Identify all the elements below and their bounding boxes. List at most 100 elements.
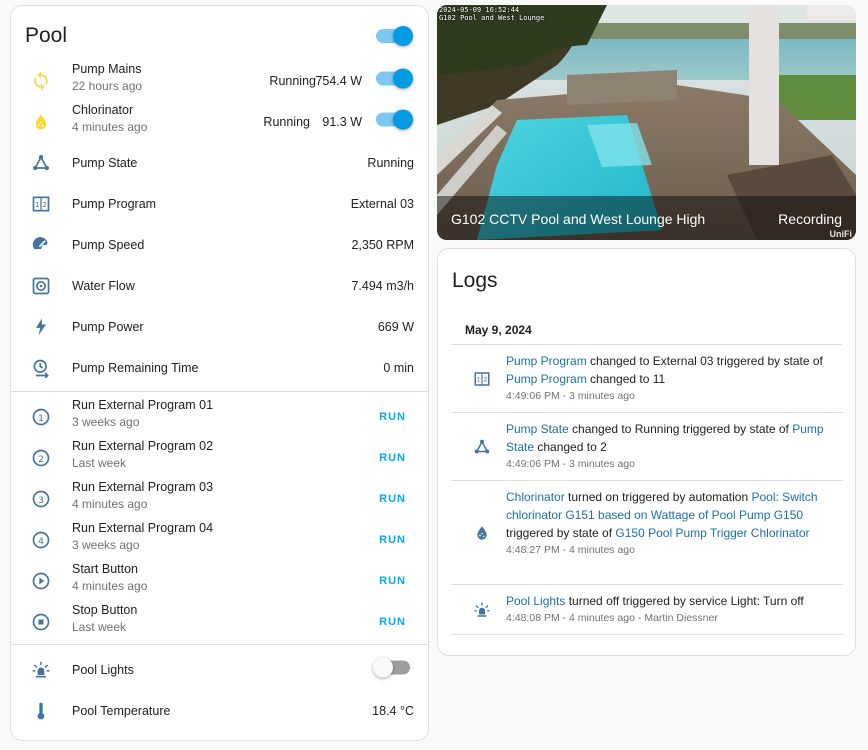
last-triggered: 3 weeks ago — [72, 538, 140, 552]
entity-row-pool-temperature[interactable]: Pool Temperature 18.4 °C — [11, 690, 428, 731]
entity-row-pump-state[interactable]: Pump State Running — [11, 142, 428, 183]
entity-link[interactable]: Pool Lights — [506, 594, 565, 608]
entity-power: 754.4 W — [315, 73, 362, 88]
thermometer-icon — [30, 700, 52, 722]
logs-date: May 9, 2024 — [465, 323, 532, 337]
entity-name: Pump Program — [72, 196, 157, 211]
log-entry[interactable]: Pool Lights turned off triggered by serv… — [451, 585, 843, 635]
svg-text:3: 3 — [38, 494, 44, 505]
section-divider — [11, 391, 428, 392]
log-time: 4:49:06 PM - 3 minutes ago — [506, 390, 635, 402]
entity-name: Water Flow — [72, 278, 135, 293]
lightning-icon — [30, 316, 52, 338]
log-text: turned on triggered by automation — [564, 490, 752, 504]
sync-icon — [30, 70, 52, 92]
entity-value: External 03 — [350, 196, 414, 211]
water-drop-icon — [30, 111, 52, 133]
run-button[interactable]: RUN — [379, 411, 406, 423]
entity-link[interactable]: Chlorinator — [506, 490, 565, 504]
svg-text:2: 2 — [43, 200, 47, 208]
log-time: 4:48:08 PM - 4 minutes ago - Martin Dies… — [506, 612, 718, 624]
run-button[interactable]: RUN — [379, 493, 406, 505]
entity-row-pump-power[interactable]: Pump Power 669 W — [11, 306, 428, 347]
entity-state: Running — [269, 73, 316, 88]
entity-name: Pump Remaining Time — [72, 360, 199, 375]
log-text: changed to 11 — [586, 372, 666, 386]
entity-row-pump-mains[interactable]: Pump Mains 22 hours ago Running 754.4 W — [11, 60, 428, 101]
script-row-program-01[interactable]: 1 Run External Program 01 3 weeks ago RU… — [11, 396, 428, 437]
svg-text:1: 1 — [477, 376, 481, 383]
entity-row-pump-remaining-time[interactable]: Pump Remaining Time 0 min — [11, 347, 428, 388]
log-entry[interactable]: Pump State changed to Running triggered … — [451, 413, 843, 481]
log-text: changed to External 03 triggered by stat… — [586, 354, 823, 368]
entity-link[interactable]: Pump Program — [506, 354, 587, 368]
log-entry[interactable]: Chlorinator turned on triggered by autom… — [451, 481, 843, 585]
hub-icon — [472, 437, 492, 457]
numeric-2-icon: 2 — [30, 447, 52, 469]
numeric-3-icon: 3 — [30, 488, 52, 510]
script-name: Stop Button — [72, 603, 138, 617]
log-text: changed to Running triggered by state of — [568, 422, 793, 436]
script-name: Run External Program 04 — [72, 521, 214, 535]
entity-name: Pool Lights — [72, 662, 134, 677]
hub-icon — [30, 152, 52, 174]
stop-icon — [30, 611, 52, 633]
entity-power: 91.3 W — [322, 114, 362, 129]
last-triggered: 4 minutes ago — [72, 497, 148, 511]
last-triggered: 3 weeks ago — [72, 415, 140, 429]
pump-mains-toggle[interactable] — [376, 68, 413, 90]
logs-title: Logs — [452, 269, 498, 292]
script-row-program-04[interactable]: 4 Run External Program 04 3 weeks ago RU… — [11, 519, 428, 560]
run-button[interactable]: RUN — [379, 534, 406, 546]
entity-link[interactable]: Pump Program — [506, 372, 587, 386]
timer-icon — [30, 357, 52, 379]
unifi-logo: UniFi — [829, 229, 853, 239]
log-entry[interactable]: 12 Pump Program changed to External 03 t… — [451, 345, 843, 413]
script-row-program-03[interactable]: 3 Run External Program 03 4 minutes ago … — [11, 478, 428, 519]
entity-name: Pump Power — [72, 319, 144, 334]
run-button[interactable]: RUN — [379, 616, 406, 628]
entity-state: Running — [263, 114, 310, 129]
water-drop-icon — [472, 523, 492, 543]
play-icon — [30, 570, 52, 592]
last-triggered: 4 minutes ago — [72, 579, 148, 593]
entity-name: Pump Speed — [72, 237, 145, 252]
entity-link[interactable]: G150 Pool Pump Trigger Chlorinator — [615, 526, 809, 540]
pool-master-toggle[interactable] — [376, 26, 413, 48]
camera-card[interactable]: 2024-05-09 16:52:44 G102 Pool and West Lo… — [437, 5, 856, 240]
script-row-stop-button[interactable]: Stop Button Last week RUN — [11, 601, 428, 642]
chlorinator-toggle[interactable] — [376, 109, 413, 131]
entity-row-pump-speed[interactable]: Pump Speed 2,350 RPM — [11, 224, 428, 265]
entity-row-water-flow[interactable]: Water Flow 7.494 m3/h — [11, 265, 428, 306]
pool-card-title: Pool — [25, 24, 68, 47]
script-row-program-02[interactable]: 2 Run External Program 02 Last week RUN — [11, 437, 428, 478]
log-text: turned off triggered by service Light: T… — [565, 594, 804, 608]
script-name: Run External Program 03 — [72, 480, 214, 494]
log-text: changed to 2 — [534, 440, 607, 454]
program-icon: 12 — [30, 193, 52, 215]
script-row-start-button[interactable]: Start Button 4 minutes ago RUN — [11, 560, 428, 601]
entity-link[interactable]: Pump State — [506, 422, 569, 436]
entity-name: Chlorinator — [72, 103, 134, 117]
logs-card: Logs May 9, 2024 12 Pump Program changed… — [437, 248, 856, 656]
script-name: Run External Program 01 — [72, 398, 214, 412]
camera-timestamp: 2024-05-09 16:52:44 G102 Pool and West Lo… — [439, 6, 545, 22]
svg-text:1: 1 — [35, 200, 39, 208]
pool-lights-toggle[interactable] — [373, 657, 410, 679]
pool-card: Pool Pump Mains 22 hours ago Running 754… — [10, 5, 429, 741]
pump-icon — [30, 275, 52, 297]
log-time: 4:49:06 PM - 3 minutes ago — [506, 458, 635, 470]
log-text: triggered by state of — [506, 526, 616, 540]
run-button[interactable]: RUN — [379, 452, 406, 464]
entity-name: Pump State — [72, 155, 138, 170]
speedometer-icon — [30, 234, 52, 256]
script-name: Run External Program 02 — [72, 439, 214, 453]
entity-row-pump-program[interactable]: 12 Pump Program External 03 — [11, 183, 428, 224]
entity-row-pool-lights[interactable]: Pool Lights — [11, 649, 428, 690]
entity-row-chlorinator[interactable]: Chlorinator 4 minutes ago Running 91.3 W — [11, 101, 428, 142]
last-triggered: Last week — [72, 456, 127, 470]
light-icon — [472, 600, 492, 620]
last-changed: 4 minutes ago — [72, 120, 148, 134]
entity-value: 2,350 RPM — [351, 237, 414, 252]
run-button[interactable]: RUN — [379, 575, 406, 587]
